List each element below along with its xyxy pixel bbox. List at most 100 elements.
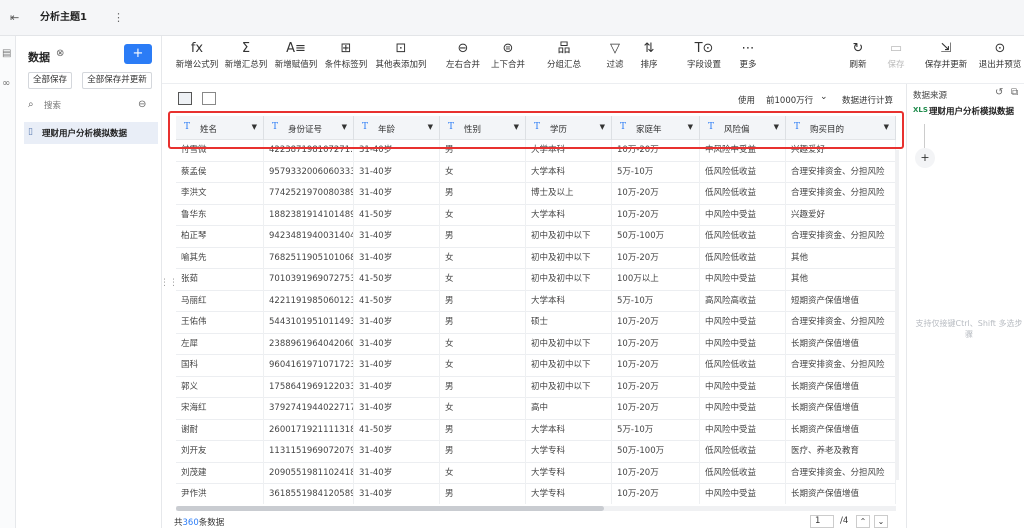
exit-icon[interactable]: ⇤ <box>10 11 24 25</box>
table-cell[interactable]: 10万-20万 <box>612 355 700 377</box>
vertical-scrollbar[interactable] <box>895 150 899 480</box>
table-cell[interactable]: 31-40岁 <box>354 247 440 269</box>
table-cell[interactable]: 10万-20万 <box>612 183 700 205</box>
next-page-button[interactable]: ⌄ <box>874 515 888 528</box>
table-cell[interactable]: 其他 <box>786 269 896 291</box>
table-cell[interactable]: 7010391969072753... <box>264 269 354 291</box>
table-cell[interactable]: 硕士 <box>526 312 612 334</box>
table-cell[interactable]: 低风险低收益 <box>700 462 786 484</box>
table-row[interactable]: 张茹7010391969072753...41-50岁女初中及初中以下100万以… <box>176 269 896 291</box>
table-cell[interactable]: 低风险低收益 <box>700 247 786 269</box>
table-cell[interactable]: 2090551981102418... <box>264 462 354 484</box>
table-cell[interactable]: 长期资产保值增值 <box>786 333 896 355</box>
table-cell[interactable]: 博士及以上 <box>526 183 612 205</box>
scroll-thumb[interactable] <box>176 506 604 511</box>
table-cell[interactable]: 2600171921111318​98 <box>264 419 354 441</box>
history-icon[interactable]: ↺ <box>995 87 1003 98</box>
table-cell[interactable]: 合理安排资金、分担风险 <box>786 462 896 484</box>
source-step[interactable]: 理财用户分析模拟数据 <box>929 105 1014 117</box>
table-cell[interactable]: 初中及初中以下 <box>526 269 612 291</box>
table-cell[interactable]: 高中 <box>526 398 612 420</box>
table-cell[interactable]: 31-40岁 <box>354 441 440 463</box>
table-cell[interactable]: 31-40岁 <box>354 161 440 183</box>
table-cell[interactable]: 低风险低收益 <box>700 355 786 377</box>
table-row[interactable]: 左犀2388961964042060...31-40岁女初中及初中以下10万-2… <box>176 333 896 355</box>
table-cell[interactable]: 41-50岁 <box>354 269 440 291</box>
table-cell[interactable]: 谢耐 <box>176 419 264 441</box>
table-cell[interactable]: 10万-20万 <box>612 312 700 334</box>
table-cell[interactable]: 31-40岁 <box>354 355 440 377</box>
refresh-button[interactable]: ↻ 刷新 <box>846 40 870 80</box>
filter-button[interactable]: ▽ 过滤 <box>602 40 628 80</box>
table-cell[interactable]: 男 <box>440 312 526 334</box>
add-column-from-table-button[interactable]: ⊡ 其他表添加列 <box>372 40 430 80</box>
table-cell[interactable]: 尹作洪 <box>176 484 264 504</box>
table-cell[interactable]: 李洪文 <box>176 183 264 205</box>
table-cell[interactable]: 3618551984120589... <box>264 484 354 504</box>
table-cell[interactable]: 41-50岁 <box>354 419 440 441</box>
table-cell[interactable]: 中风险中受益 <box>700 333 786 355</box>
table-cell[interactable]: 31-40岁 <box>354 376 440 398</box>
add-summary-column-button[interactable]: Σ 新增汇总列 <box>224 40 268 80</box>
tab-analysis-topic[interactable]: 分析主题1 <box>40 0 110 36</box>
table-cell[interactable]: 合理安排资金、分担风险 <box>786 312 896 334</box>
table-cell[interactable]: 中风险中受益 <box>700 484 786 504</box>
table-cell[interactable]: 31-40岁 <box>354 484 440 504</box>
table-cell[interactable]: 大学专科 <box>526 441 612 463</box>
table-cell[interactable]: 4221191985060123... <box>264 290 354 312</box>
table-cell[interactable]: 41-50岁 <box>354 290 440 312</box>
layout-view-icon[interactable] <box>202 92 216 105</box>
table-cell[interactable]: 长期资产保值增值 <box>786 419 896 441</box>
table-cell[interactable]: 男 <box>440 290 526 312</box>
table-cell[interactable]: 31-40岁 <box>354 398 440 420</box>
table-cell[interactable]: 低风险低收益 <box>700 161 786 183</box>
table-cell[interactable]: 刘开友 <box>176 441 264 463</box>
table-cell[interactable]: 10万-20万 <box>612 247 700 269</box>
table-cell[interactable]: 中风险中受益 <box>700 398 786 420</box>
add-data-button[interactable]: + <box>124 44 152 64</box>
table-cell[interactable]: 男 <box>440 441 526 463</box>
table-cell[interactable]: 喻其先 <box>176 247 264 269</box>
table-cell[interactable]: 柏正琴 <box>176 226 264 248</box>
table-cell[interactable]: 31-40岁 <box>354 333 440 355</box>
table-cell[interactable]: 宋海红 <box>176 398 264 420</box>
table-cell[interactable]: 蔡孟侯 <box>176 161 264 183</box>
table-cell[interactable]: 低风险低收益 <box>700 183 786 205</box>
table-cell[interactable]: 男 <box>440 419 526 441</box>
table-cell[interactable]: 50万-100万 <box>612 226 700 248</box>
table-cell[interactable]: 女 <box>440 161 526 183</box>
table-cell[interactable]: 短期资产保值增值 <box>786 290 896 312</box>
table-cell[interactable]: 初中及初中以下 <box>526 247 612 269</box>
table-cell[interactable]: 10万-20万 <box>612 376 700 398</box>
table-cell[interactable]: 医疗、养老及教育 <box>786 441 896 463</box>
table-cell[interactable]: 31-40岁 <box>354 312 440 334</box>
settings-icon[interactable]: ⊗ <box>56 48 64 59</box>
table-cell[interactable]: 31-40岁 <box>354 183 440 205</box>
table-cell[interactable]: 长期资产保值增值 <box>786 376 896 398</box>
save-button[interactable]: ▭ 保存 <box>884 40 908 80</box>
table-cell[interactable]: 国科 <box>176 355 264 377</box>
group-summary-button[interactable]: 品分组汇总 <box>542 40 586 80</box>
table-cell[interactable]: 郭义 <box>176 376 264 398</box>
table-cell[interactable]: 高风险高收益 <box>700 290 786 312</box>
merge-up-down-button[interactable]: ⊜ 上下合并 <box>486 40 530 80</box>
table-cell[interactable]: 女 <box>440 269 526 291</box>
sort-button[interactable]: ⇅ 排序 <box>632 40 666 80</box>
table-cell[interactable]: 7682511905101068... <box>264 247 354 269</box>
table-cell[interactable]: 低风险低收益 <box>700 441 786 463</box>
table-row[interactable]: 李洪文7742521970080389...31-40岁男博士及以上10万-20… <box>176 183 896 205</box>
table-cell[interactable]: 女 <box>440 462 526 484</box>
table-cell[interactable]: 大学本科 <box>526 290 612 312</box>
field-settings-button[interactable]: T⊙ 字段设置 <box>682 40 726 80</box>
table-cell[interactable]: 中风险中受益 <box>700 269 786 291</box>
table-cell[interactable]: 10万-20万 <box>612 204 700 226</box>
more-button[interactable]: ⋯ 更多 <box>736 40 760 80</box>
add-formula-column-button[interactable]: fx 新增公式列 <box>174 40 220 80</box>
table-cell[interactable]: 大学本科 <box>526 161 612 183</box>
more-vertical-icon[interactable]: ⋮ <box>113 11 124 24</box>
save-all-button[interactable]: 全部保存 <box>28 72 72 89</box>
table-cell[interactable]: 31-40岁 <box>354 462 440 484</box>
table-cell[interactable]: 大学专科 <box>526 462 612 484</box>
add-assign-column-button[interactable]: A≡ 新增赋值列 <box>272 40 320 80</box>
table-cell[interactable]: 大学本科 <box>526 204 612 226</box>
